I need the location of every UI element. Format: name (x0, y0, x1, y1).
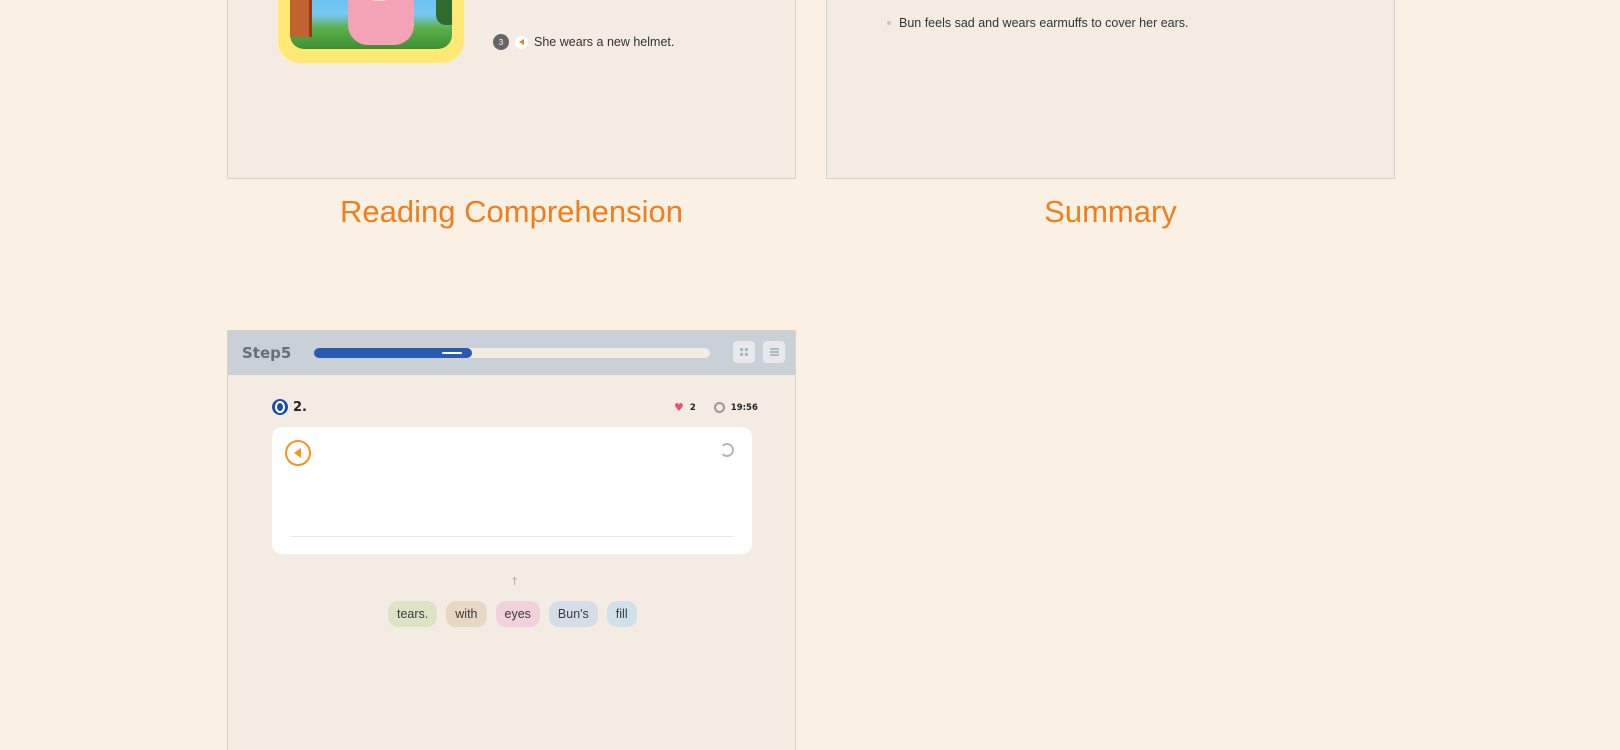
answer-line (290, 536, 734, 537)
step-header: Step5 (228, 331, 795, 375)
grid-icon (740, 348, 748, 356)
speaker-icon[interactable] (285, 440, 311, 466)
bullet-icon (887, 21, 891, 25)
summary-text: Bun feels sad and wears earmuffs to cove… (899, 16, 1189, 30)
timer-value: 19:56 (730, 402, 758, 413)
word-chip[interactable]: tears. (388, 601, 438, 627)
reading-comprehension-preview[interactable]: 3 She wears a new helmet. (227, 0, 796, 179)
summary-title: Summary (1044, 194, 1177, 229)
question-number: 2. (272, 399, 307, 415)
status-indicators: ♥ 2 19:56 (674, 401, 758, 414)
arrow-up-icon: ↑ (510, 575, 520, 588)
story-illustration-frame (278, 0, 464, 63)
option-number-badge: 3 (493, 34, 509, 50)
answer-card[interactable] (272, 427, 752, 554)
timer-icon (713, 402, 725, 413)
hearts-count: 2 (689, 402, 696, 413)
reading-comprehension-title: Reading Comprehension (340, 194, 683, 229)
word-chip[interactable]: Bun's (548, 601, 598, 627)
list-icon (769, 348, 779, 356)
rc-answer-option[interactable]: 3 She wears a new helmet. (493, 34, 674, 50)
list-view-button[interactable] (763, 341, 785, 363)
word-chip[interactable]: eyes (495, 601, 540, 627)
refresh-icon[interactable] (720, 443, 734, 457)
summary-preview[interactable]: Bun feels sad and wears earmuffs to cove… (826, 0, 1395, 179)
step-label: Step5 (242, 344, 292, 362)
speaker-icon[interactable] (515, 35, 528, 49)
progress-bar (314, 348, 710, 358)
story-illustration (290, 0, 452, 49)
summary-item: Bun feels sad and wears earmuffs to cove… (887, 16, 1189, 30)
word-chip[interactable]: fill (606, 601, 637, 627)
question-icon (272, 399, 288, 415)
word-chip[interactable]: with (446, 601, 487, 627)
option-text: She wears a new helmet. (534, 35, 675, 49)
word-chip-bank: tears. with eyes Bun's fill (388, 601, 637, 627)
step5-preview[interactable]: Step5 2. ♥ 2 19:56 ↑ tears. with eyes Bun's… (227, 330, 796, 750)
question-number-label: 2. (293, 399, 307, 415)
heart-icon: ♥ (674, 401, 684, 414)
grid-view-button[interactable] (733, 341, 755, 363)
progress-glint (442, 352, 463, 354)
